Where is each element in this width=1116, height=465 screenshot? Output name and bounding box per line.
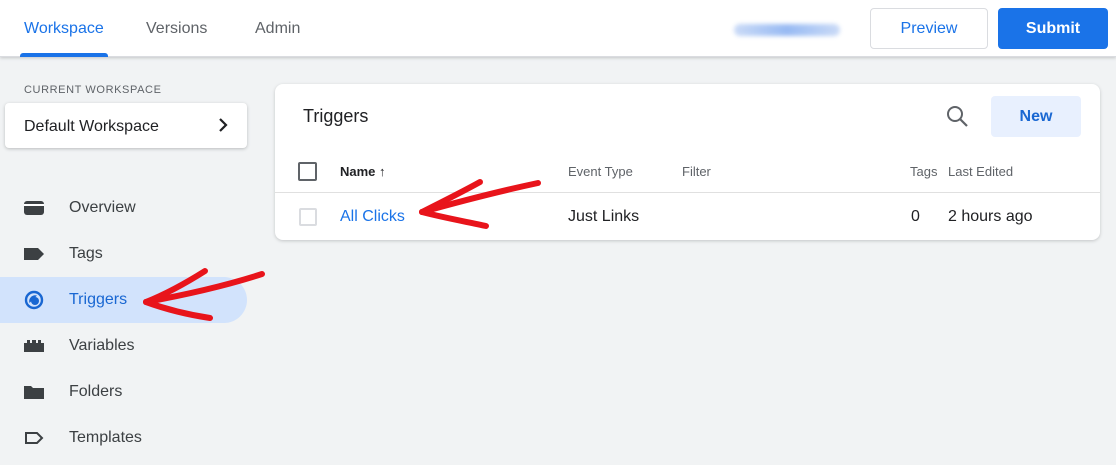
new-trigger-button[interactable]: New <box>991 96 1081 137</box>
divider <box>275 192 1100 193</box>
sidebar-item-label: Tags <box>69 245 103 262</box>
submit-button[interactable]: Submit <box>998 8 1108 49</box>
column-header-tags[interactable]: Tags <box>910 164 937 179</box>
cell-last-edited: 2 hours ago <box>948 208 1033 225</box>
column-header-name[interactable]: Name ↑ <box>340 164 386 179</box>
select-all-checkbox[interactable] <box>298 162 317 181</box>
column-header-last-edited[interactable]: Last Edited <box>948 164 1013 179</box>
variables-icon <box>24 336 44 356</box>
trigger-icon <box>24 290 44 310</box>
preview-button[interactable]: Preview <box>870 8 988 49</box>
folder-icon <box>24 382 44 402</box>
tag-icon <box>24 244 44 264</box>
sidebar-item-label: Variables <box>69 337 135 354</box>
sidebar-item-variables[interactable]: Variables <box>0 323 247 369</box>
sidebar-item-label: Overview <box>69 199 136 216</box>
workspace-name: Default Workspace <box>24 118 159 135</box>
page-title: Triggers <box>303 106 369 126</box>
triggers-card: Triggers New Name ↑ Event Type Filter Ta… <box>275 84 1100 240</box>
cell-event-type: Just Links <box>568 208 640 225</box>
sidebar-item-folders[interactable]: Folders <box>0 369 247 415</box>
sidebar-item-tags[interactable]: Tags <box>0 231 247 277</box>
sidebar-item-label: Templates <box>69 429 142 446</box>
cell-tags: 0 <box>911 208 920 225</box>
overview-icon <box>24 198 44 218</box>
row-checkbox[interactable] <box>299 208 317 226</box>
search-icon[interactable] <box>943 102 973 132</box>
tab-admin[interactable]: Admin <box>255 20 300 38</box>
workspace-selector[interactable]: Default Workspace <box>5 103 247 148</box>
chevron-right-icon <box>215 116 231 139</box>
column-header-event-type[interactable]: Event Type <box>568 164 633 179</box>
tab-versions[interactable]: Versions <box>146 20 207 38</box>
sidebar-item-label: Folders <box>69 383 123 400</box>
sidebar-item-templates[interactable]: Templates <box>0 415 247 461</box>
column-header-filter[interactable]: Filter <box>682 164 711 179</box>
sort-ascending-icon: ↑ <box>379 164 386 179</box>
sidebar-item-label: Triggers <box>69 291 128 308</box>
tab-workspace[interactable]: Workspace <box>24 20 104 38</box>
top-bar: Workspace Versions Admin Preview Submit <box>0 0 1116 57</box>
workspace-caption: CURRENT WORKSPACE <box>24 84 162 96</box>
active-tab-indicator <box>20 53 108 57</box>
templates-icon <box>24 428 44 448</box>
sidebar-item-triggers[interactable]: Triggers <box>0 277 247 323</box>
container-id-redacted <box>734 24 840 36</box>
sidebar-item-overview[interactable]: Overview <box>0 185 247 231</box>
trigger-name-link[interactable]: All Clicks <box>340 208 405 226</box>
